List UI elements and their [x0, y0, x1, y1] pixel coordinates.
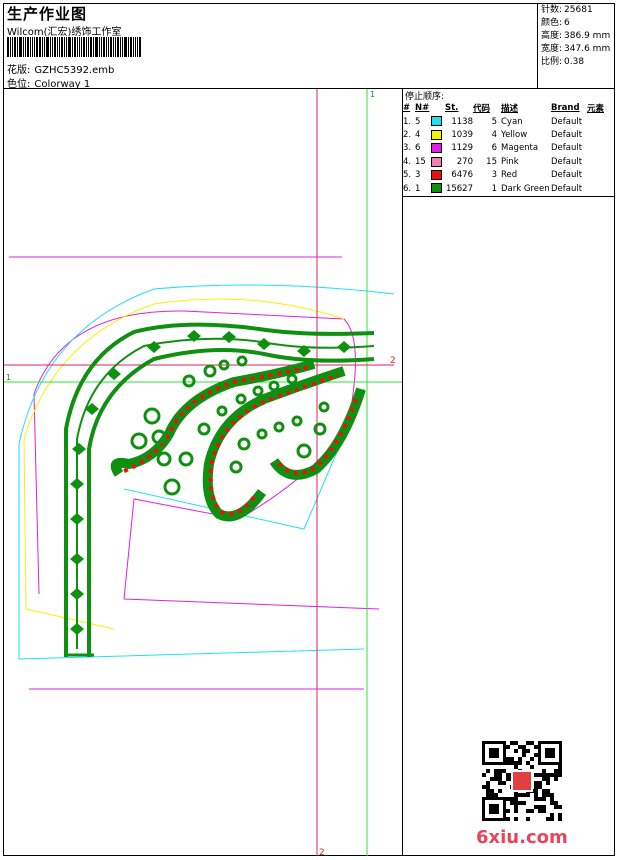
- col-stitches: St.: [445, 102, 459, 113]
- guide-label-green-top: 1: [370, 90, 375, 99]
- decorative-circle: [286, 373, 298, 385]
- band-leaf: [70, 623, 84, 635]
- decorative-circle: [236, 355, 248, 367]
- color-swatch: [431, 129, 442, 140]
- band-leaf: [72, 443, 86, 455]
- qr-center-seal: [513, 772, 531, 790]
- decorative-circle: [296, 443, 312, 459]
- decorative-circle: [313, 422, 327, 436]
- band-leaf: [70, 513, 84, 525]
- decorative-circle: [273, 421, 285, 433]
- band-leaf: [70, 588, 84, 600]
- decorative-circle: [268, 380, 280, 392]
- decorative-circle: [156, 451, 172, 467]
- embroidery-design-canvas: 1 1 2 2: [4, 89, 402, 856]
- decorative-circle: [163, 478, 181, 496]
- color-swatch: [431, 183, 442, 194]
- col-element: 元素: [587, 103, 605, 114]
- decorative-circle: [256, 428, 268, 440]
- decorative-circle: [182, 374, 196, 388]
- band-leaf: [257, 338, 271, 350]
- decorative-circle: [203, 364, 217, 378]
- table-row: 4. 15 270 15 Pink Default: [403, 156, 583, 167]
- table-bottom-divider: [403, 196, 615, 197]
- band-leaf: [70, 553, 84, 565]
- design-stats: 针数: 25681 颜色: 6 高度: 386.9 mm 宽度: 347.6 mm 比例…: [541, 4, 610, 69]
- right-swirl-green: [202, 366, 346, 522]
- col-desc: 描述: [501, 103, 519, 114]
- table-row: 5. 3 6476 3 Red Default: [403, 170, 583, 181]
- decorative-circle: [143, 407, 161, 425]
- barcode: [7, 37, 152, 57]
- sidebar-divider: [402, 88, 403, 856]
- stat-scale: 比例: 0.38: [541, 57, 585, 67]
- decorative-circle: [237, 437, 251, 451]
- stat-width: 宽度: 347.6 mm: [541, 44, 611, 54]
- guide-label-red-right: 2: [390, 356, 396, 366]
- band-leaf: [107, 368, 121, 380]
- decorative-circle: [216, 405, 228, 417]
- table-row: 2. 4 1039 4 Yellow Default: [403, 129, 583, 141]
- band-leaf: [70, 478, 84, 490]
- stat-stitches: 针数: 25681: [541, 5, 593, 15]
- green-band-inner: [87, 348, 375, 657]
- decorative-circle: [229, 460, 243, 474]
- decorative-circle: [197, 422, 211, 436]
- table-header-row: # N# St. 代码 描述 Brand 元素: [403, 101, 615, 115]
- band-leaf: [222, 331, 236, 343]
- page-title: 生产作业图: [7, 5, 88, 23]
- qr-code: [481, 740, 563, 822]
- decorative-circle: [291, 415, 303, 427]
- decorative-circle: [252, 385, 264, 397]
- color-swatch: [431, 143, 442, 154]
- color-swatch: [431, 170, 442, 180]
- stop-sequence-table: # N# St. 代码 描述 Brand 元素 1. 5 1138 5 Cyan Defa…: [403, 101, 615, 195]
- color-swatch: [431, 156, 442, 167]
- colorway-line: 色位: Colorway 1: [7, 75, 90, 90]
- table-row: 3. 6 1129 6 Magenta Default: [403, 143, 583, 154]
- table-row: 1. 5 1138 5 Cyan Default: [403, 116, 583, 127]
- magenta-outline-left: [33, 393, 40, 595]
- color-swatch: [431, 116, 442, 127]
- col-code: 代码: [473, 103, 491, 114]
- guide-label-green-left: 1: [6, 373, 11, 382]
- col-seq: #: [403, 102, 411, 113]
- decorative-circle: [130, 432, 148, 450]
- col-needle: N#: [415, 102, 430, 113]
- decorative-circle: [318, 401, 330, 413]
- col-brand: Brand: [551, 102, 580, 113]
- decorative-circle: [235, 393, 247, 405]
- table-row: 6. 1 15627 1 Dark Green Default: [403, 183, 583, 194]
- stat-colors: 颜色: 6: [541, 18, 570, 28]
- company-name: Wilcom(汇宏)绣饰工作室: [7, 27, 122, 38]
- stat-height: 高度: 386.9 mm: [541, 31, 611, 41]
- decorative-circle: [178, 451, 194, 467]
- guide-label-red-bottom: 2: [319, 848, 325, 856]
- watermark-logo: 6xiu.com: [476, 827, 568, 848]
- design-line: 花版: GZHC5392.emb: [7, 61, 114, 76]
- band-leaf: [337, 341, 351, 353]
- stats-divider: [537, 3, 538, 89]
